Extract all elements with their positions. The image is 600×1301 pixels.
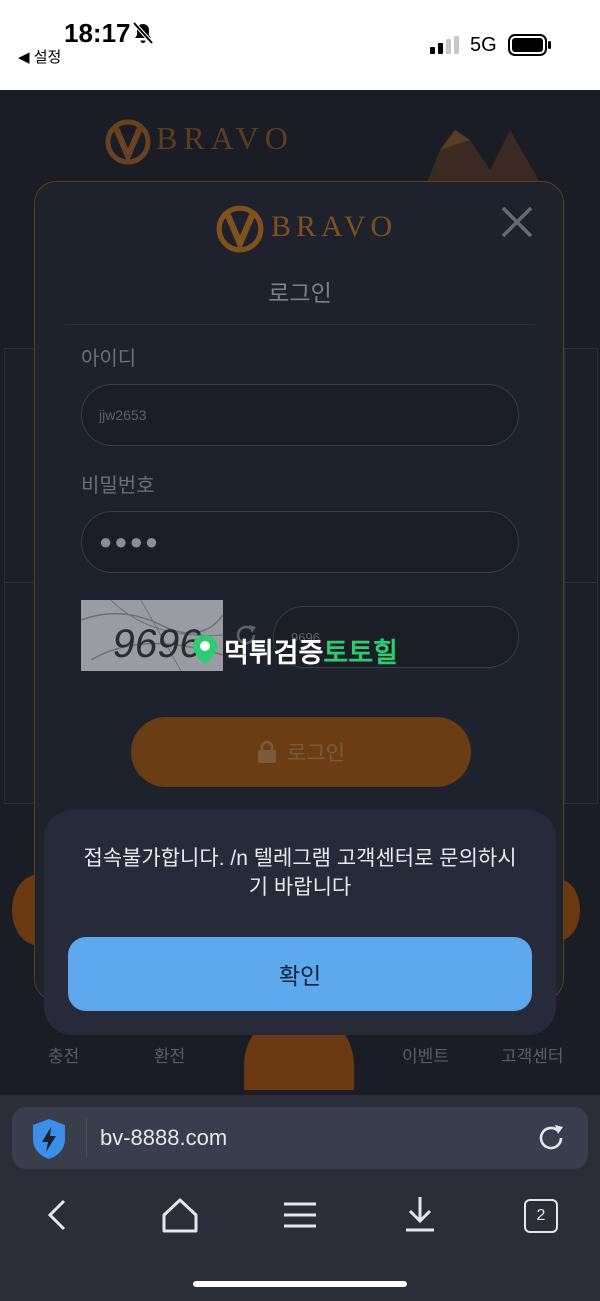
- bg-panel: [4, 348, 38, 590]
- alert-message: 접속불가합니다. /n 텔레그램 고객센터로 문의하시기 바랍니다: [83, 847, 517, 899]
- signal-icon: [430, 36, 459, 54]
- modal-brand: BRAVO: [271, 210, 398, 243]
- id-label: 아이디: [81, 348, 137, 370]
- lock-icon: [258, 740, 277, 763]
- watermark-text: 먹튀검증: [224, 637, 324, 668]
- nav-event[interactable]: 이벤트: [402, 1042, 449, 1067]
- status-bar: 18:17 ◀ 설정 5G: [0, 0, 600, 90]
- map-pin-icon: [193, 635, 217, 665]
- bg-panel: [564, 582, 598, 804]
- tab-count: 2: [536, 1207, 546, 1224]
- confirm-button[interactable]: 확인: [68, 937, 532, 1011]
- login-button[interactable]: 로그인: [131, 717, 471, 787]
- tabs-button[interactable]: 2: [524, 1199, 558, 1233]
- browser-toolbar: bv-8888.com 2: [0, 1095, 600, 1301]
- password-label: 비밀번호: [81, 475, 155, 497]
- watermark: 먹튀검증 토토힐: [190, 632, 398, 668]
- shield-bolt-icon[interactable]: [30, 1117, 68, 1161]
- nav-support[interactable]: 고객센터: [501, 1042, 564, 1067]
- home-icon[interactable]: [158, 1193, 202, 1237]
- status-time: 18:17: [64, 18, 131, 48]
- back-icon[interactable]: [36, 1193, 80, 1237]
- battery-icon: [508, 34, 551, 56]
- home-indicator: [193, 1281, 407, 1287]
- id-input[interactable]: jjw2653: [81, 384, 519, 446]
- nav-charge[interactable]: 충전: [48, 1042, 79, 1067]
- password-input-value: ●●●●: [99, 529, 161, 554]
- nav-exchange[interactable]: 환전: [154, 1042, 185, 1067]
- divider: [65, 324, 535, 325]
- address-bar[interactable]: bv-8888.com: [12, 1107, 588, 1169]
- network-type: 5G: [470, 34, 497, 56]
- id-input-value: jjw2653: [99, 407, 147, 423]
- close-icon[interactable]: [499, 204, 535, 240]
- menu-icon[interactable]: [278, 1193, 322, 1237]
- bg-panel: [564, 348, 598, 590]
- bravo-logo-icon: [216, 205, 264, 253]
- password-input[interactable]: ●●●●: [81, 511, 519, 573]
- url-text[interactable]: bv-8888.com: [100, 1125, 227, 1151]
- alert-dialog: 접속불가합니다. /n 텔레그램 고객센터로 문의하시기 바랍니다 확인: [44, 810, 556, 1035]
- bravo-logo-icon: [105, 119, 151, 165]
- login-title: 로그인: [268, 280, 332, 306]
- site-brand: BRAVO: [156, 120, 294, 156]
- address-bar-divider: [86, 1119, 87, 1157]
- login-button-label: 로그인: [287, 742, 345, 765]
- bell-muted-icon: [132, 21, 154, 45]
- reload-icon[interactable]: [534, 1121, 568, 1155]
- bg-panel: [4, 582, 38, 804]
- watermark-text-accent: 토토힐: [323, 637, 398, 668]
- back-to-app-link[interactable]: ◀ 설정: [18, 46, 61, 67]
- download-icon[interactable]: [398, 1193, 442, 1237]
